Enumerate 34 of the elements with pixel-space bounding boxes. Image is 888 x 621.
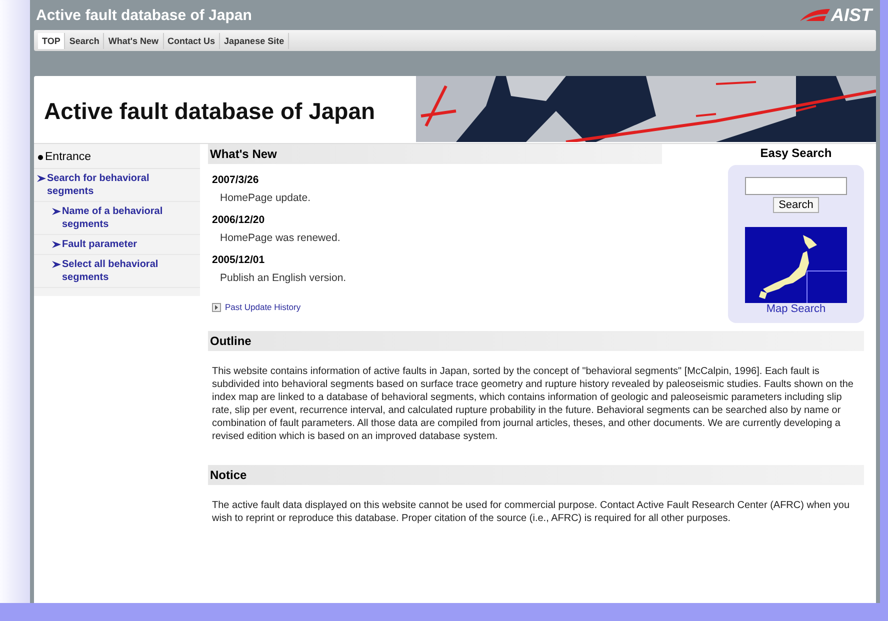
- section-paragraph: The active fault data displayed on this website cannot be used for commercial purpose. Contact Active Fault Research Center (AFRC) when you wish to reprint or reproduce this database. Proper citation of the source (i.e., AFRC) is required for all other purposes.: [212, 499, 851, 525]
- search-field[interactable]: [745, 177, 847, 195]
- chevron-icon: [52, 208, 61, 215]
- search-button[interactable]: Search: [772, 197, 820, 213]
- news-date: 2006/12/20: [212, 214, 266, 226]
- history-link[interactable]: Past Update History: [225, 302, 301, 312]
- sidebar-link[interactable]: Name of a behavioral segments: [62, 205, 192, 231]
- section-heading: What's New: [208, 144, 662, 164]
- map-search-link[interactable]: Map Search: [766, 303, 826, 315]
- sidebar-link[interactable]: Search for behavioral segments: [47, 172, 192, 198]
- nav-tab[interactable]: Japanese Site: [220, 32, 290, 48]
- chevron-icon: [37, 175, 46, 182]
- chevron-icon: [52, 241, 61, 248]
- news-text: HomePage was renewed.: [220, 232, 342, 244]
- nav-tab[interactable]: Contact Us: [164, 32, 220, 48]
- news-text: HomePage update.: [220, 192, 312, 204]
- easy-search-heading: Easy Search: [760, 146, 832, 160]
- news-text: Publish an English version.: [220, 272, 348, 284]
- sidebar-heading: Entrance: [34, 144, 200, 169]
- nav-tab[interactable]: Search: [65, 32, 104, 48]
- site-title: Active fault database of Japan: [36, 6, 252, 24]
- chevron-icon: [52, 261, 61, 268]
- section-paragraph: This website contains information of active faults in Japan, sorted by the concept of "behavioral segments" [McCalpin, 1996]. Each fault is subdivided into behavioral segments based on surface trace geometry and rupture history revealed by paleoseismic studies. Faults shown on the index map are linked to a database of behavioral segments, which contains information of geologic and paleoseismic parameters including slip rate, slip per event, recurrence interval, and calculated rupture probability in the future. Behavioral segments can be searched also by name or combination of fault parameters. All those data are compiled from journal articles, theses, and other documents. We are currently developing a revised edition which is based on an improved database system.: [212, 365, 854, 443]
- section-heading: Outline: [208, 331, 864, 351]
- sidebar-link[interactable]: Select all behavioral segments: [62, 258, 192, 284]
- sidebar-link[interactable]: Fault parameter: [62, 238, 138, 251]
- page-title: Active fault database of Japan: [43, 97, 376, 126]
- arrow-icon: [212, 302, 221, 312]
- news-date: 2005/12/01: [212, 254, 266, 266]
- section-heading: Notice: [208, 465, 864, 485]
- nav-tab[interactable]: TOP: [38, 32, 66, 48]
- news-date: 2007/3/26: [212, 174, 260, 186]
- nav-tab[interactable]: What's New: [104, 32, 164, 48]
- swoosh-icon: [800, 8, 830, 22]
